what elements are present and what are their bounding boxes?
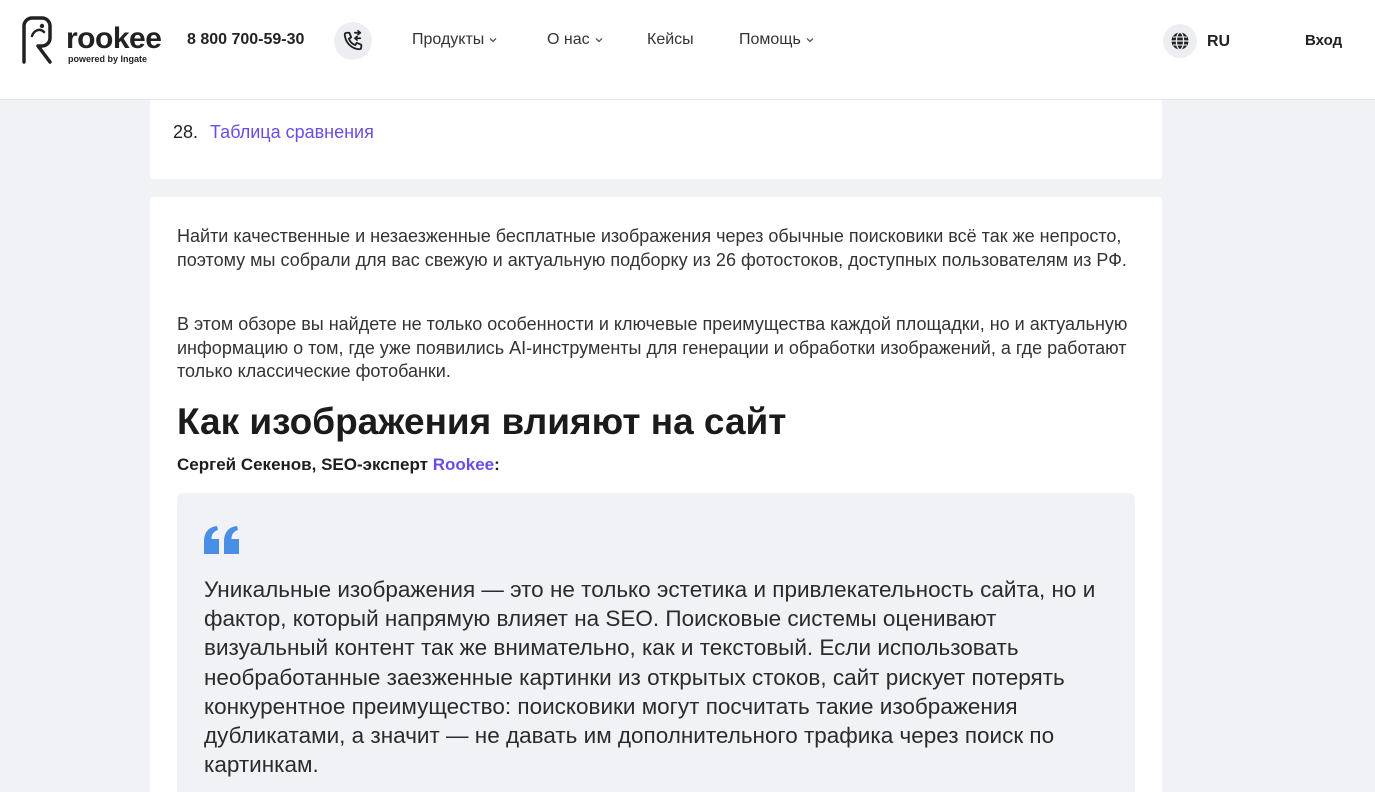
chevron-down-icon (806, 38, 814, 43)
toc-item-number: 28. (173, 122, 199, 142)
globe-icon (1171, 31, 1189, 51)
chevron-down-icon (595, 38, 603, 43)
nav-cases-label: Кейсы (647, 31, 694, 48)
nav-about[interactable]: О нас (547, 31, 604, 49)
language-label[interactable]: RU (1207, 33, 1230, 51)
nav-products[interactable]: Продукты (412, 31, 498, 49)
phone-callback-icon (343, 30, 363, 51)
language-button[interactable] (1163, 24, 1197, 58)
phone-number-link[interactable]: 8 800 700-59-30 (187, 31, 304, 49)
intro-paragraph: Найти качественные и незаезженные беспла… (177, 226, 1127, 270)
quote-icon (204, 526, 239, 554)
table-of-contents: 28. Таблица сравнения (150, 100, 1162, 179)
quote-author: Сергей Секенов, SEO-эксперт Rookee: (177, 454, 500, 476)
site-header: rookee powered by Ingate 8 800 700-59-30… (0, 0, 1375, 100)
nav-about-label: О нас (547, 31, 590, 48)
article-body: Найти качественные и незаезженные беспла… (150, 197, 1162, 792)
login-link[interactable]: Вход (1305, 32, 1342, 50)
nav-cases[interactable]: Кейсы (647, 31, 694, 49)
expert-quote: Уникальные изображения — это не только э… (177, 493, 1135, 792)
author-name: Сергей Секенов, SEO-эксперт (177, 455, 433, 474)
quote-text: Уникальные изображения — это не только э… (204, 577, 1096, 778)
logo[interactable]: rookee powered by Ingate (20, 16, 170, 66)
nav-products-label: Продукты (412, 31, 485, 48)
logo-wordmark: rookee (66, 22, 162, 55)
chevron-down-icon (489, 38, 497, 43)
logo-tagline: powered by Ingate (68, 54, 148, 64)
toc-link-comparison-table[interactable]: Таблица сравнения (210, 121, 374, 143)
callback-button[interactable] (334, 22, 372, 60)
overview-paragraph: В этом обзоре вы найдете не только особе… (177, 314, 1128, 381)
rookee-logo-icon (22, 16, 52, 64)
nav-help[interactable]: Помощь (739, 31, 815, 49)
nav-help-label: Помощь (739, 31, 801, 48)
author-colon: : (494, 455, 500, 474)
author-company-link[interactable]: Rookee (433, 455, 494, 474)
section-heading: Как изображения влияют на сайт (177, 401, 787, 442)
